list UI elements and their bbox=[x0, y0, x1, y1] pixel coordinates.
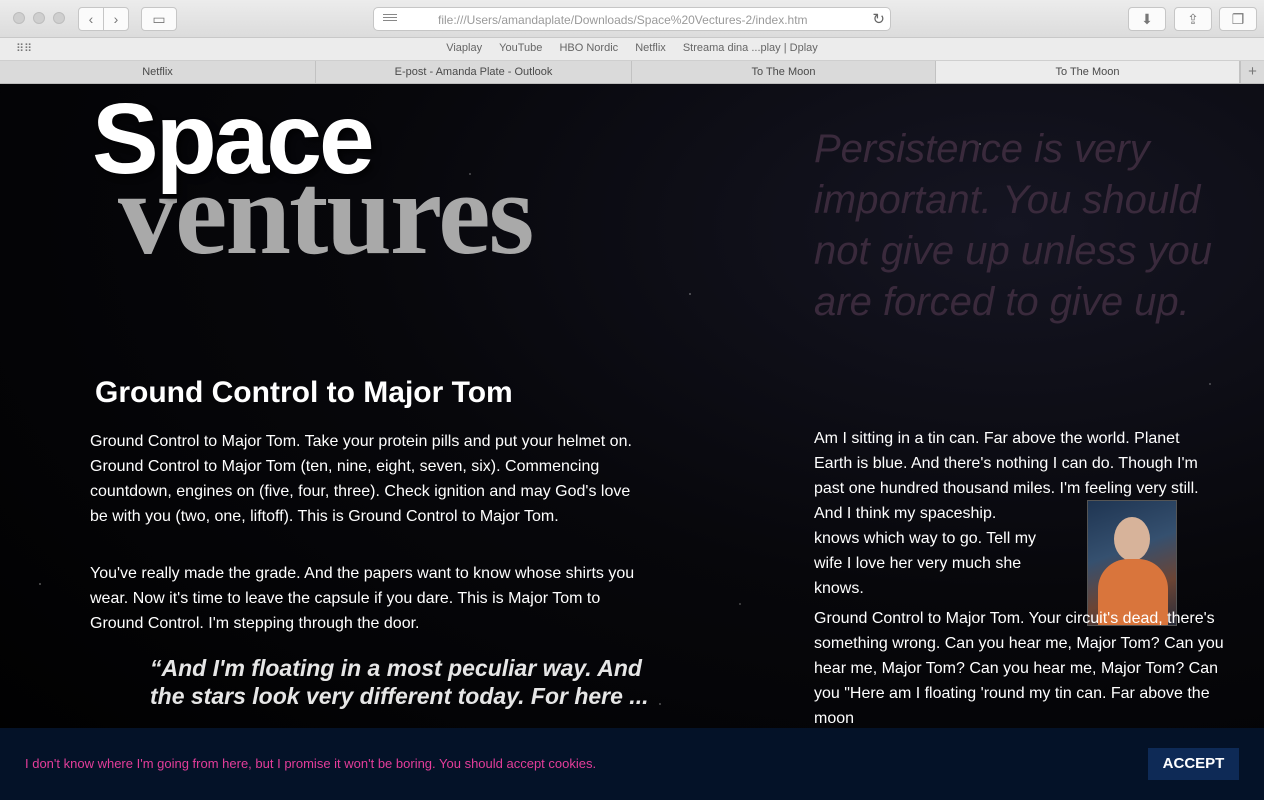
favorite-item[interactable]: Streama dina ...play | Dplay bbox=[683, 42, 818, 54]
favorites-bar: ⠿⠿ Viaplay YouTube HBO Nordic Netflix St… bbox=[0, 38, 1264, 61]
download-icon: ⬇ bbox=[1141, 11, 1153, 27]
favorites-list: Viaplay YouTube HBO Nordic Netflix Strea… bbox=[0, 42, 1264, 54]
forward-button[interactable]: › bbox=[103, 7, 129, 31]
zoom-window-button[interactable] bbox=[53, 12, 65, 24]
logo-space: Space bbox=[92, 84, 375, 195]
minimize-window-button[interactable] bbox=[33, 12, 45, 24]
cookie-message: I don't know where I'm going from here, … bbox=[25, 756, 597, 771]
browser-chrome: ‹ › ▭ file:///Users/amandaplate/Download… bbox=[0, 0, 1264, 84]
accept-cookies-button[interactable]: ACCEPT bbox=[1148, 748, 1239, 780]
favorite-item[interactable]: HBO Nordic bbox=[559, 42, 618, 54]
reader-icon bbox=[383, 14, 397, 25]
share-button[interactable]: ⇪ bbox=[1174, 7, 1212, 31]
tab-to-the-moon[interactable]: To The Moon bbox=[632, 61, 936, 83]
right-paragraph-2: Ground Control to Major Tom. Your circui… bbox=[814, 610, 1224, 727]
new-tab-button[interactable]: + bbox=[1240, 61, 1264, 83]
right-paragraph-1b: knows which way to go. Tell my wife I lo… bbox=[814, 530, 1037, 597]
tab-bar: Netflix E-post - Amanda Plate - Outlook … bbox=[0, 61, 1264, 84]
tab-netflix[interactable]: Netflix bbox=[0, 61, 316, 83]
share-icon: ⇪ bbox=[1187, 11, 1199, 27]
address-bar[interactable]: file:///Users/amandaplate/Downloads/Spac… bbox=[373, 7, 891, 31]
page-heading: Ground Control to Major Tom bbox=[95, 376, 513, 409]
body-paragraph-1: Ground Control to Major Tom. Take your p… bbox=[90, 433, 632, 525]
cookie-banner: I don't know where I'm going from here, … bbox=[0, 728, 1264, 800]
back-button[interactable]: ‹ bbox=[78, 7, 104, 31]
downloads-button[interactable]: ⬇ bbox=[1128, 7, 1166, 31]
tab-outlook[interactable]: E-post - Amanda Plate - Outlook bbox=[316, 61, 632, 83]
body-paragraph-2: You've really made the grade. And the pa… bbox=[90, 565, 635, 632]
reload-icon[interactable]: ↻ bbox=[872, 10, 885, 28]
persistence-quote: Persistence is very important. You shoul… bbox=[814, 127, 1213, 324]
url-text[interactable]: file:///Users/amandaplate/Downloads/Spac… bbox=[438, 13, 828, 27]
tab-to-the-moon-active[interactable]: To The Moon bbox=[936, 61, 1240, 83]
sidebar-icon: ▭ bbox=[152, 11, 166, 27]
tabs-overview-button[interactable]: ❐ bbox=[1219, 7, 1257, 31]
chevron-left-icon: ‹ bbox=[88, 11, 94, 27]
close-window-button[interactable] bbox=[13, 12, 25, 24]
chevron-right-icon: › bbox=[113, 11, 119, 27]
browser-toolbar: ‹ › ▭ file:///Users/amandaplate/Download… bbox=[0, 0, 1264, 38]
pull-quote: “And I'm floating in a most peculiar way… bbox=[150, 655, 649, 709]
astronaut-face bbox=[1114, 517, 1150, 561]
tabs-icon: ❐ bbox=[1231, 11, 1245, 27]
favorite-item[interactable]: Viaplay bbox=[446, 42, 482, 54]
sidebar-toggle-button[interactable]: ▭ bbox=[141, 7, 177, 31]
favorite-item[interactable]: YouTube bbox=[499, 42, 542, 54]
page-content: ventures Space Persistence is very impor… bbox=[0, 84, 1264, 800]
favorite-item[interactable]: Netflix bbox=[635, 42, 666, 54]
